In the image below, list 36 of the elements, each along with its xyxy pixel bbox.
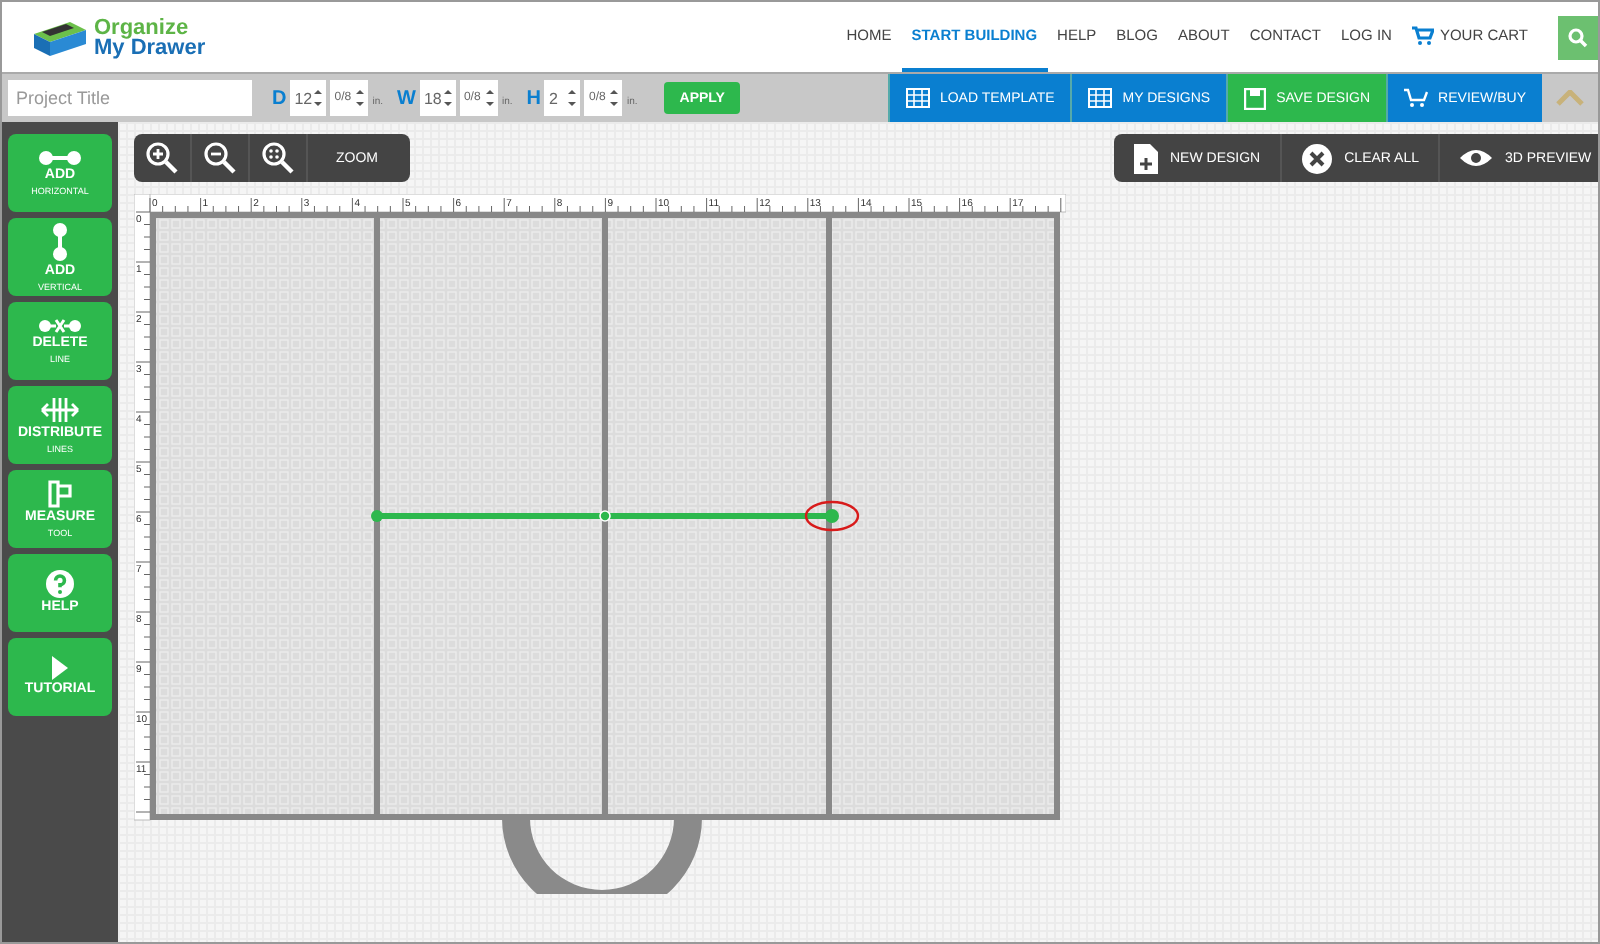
distribute-lines-icon <box>40 396 80 424</box>
grid-icon <box>905 88 930 108</box>
zoom-in-icon <box>146 142 178 174</box>
drawer-icon <box>30 17 90 57</box>
spinner-icon <box>443 88 452 108</box>
eye-icon <box>1460 148 1493 168</box>
zoom-fit-icon <box>262 142 294 174</box>
dimension-label: D <box>272 87 287 109</box>
logo-text: My Drawer <box>94 37 206 57</box>
dimension-label: W <box>397 87 416 109</box>
zoom-out-icon <box>204 142 236 174</box>
dimension-label: H <box>526 87 541 109</box>
cart-icon <box>1404 88 1429 108</box>
highlight-circle <box>804 500 860 532</box>
spinner-icon <box>568 88 577 108</box>
search-icon <box>1568 27 1588 47</box>
project-title-field[interactable]: Project Title <box>8 80 252 116</box>
number-field[interactable]: 18 <box>419 80 456 116</box>
cart-icon <box>1411 25 1434 45</box>
spinner-icon <box>610 88 619 108</box>
number-field[interactable]: 12 <box>290 80 327 116</box>
vertical-line-icon <box>52 222 68 262</box>
measure-tool-icon <box>48 480 72 508</box>
horizontal-line-icon <box>38 150 82 166</box>
delete-line-icon <box>38 318 82 334</box>
spinner-icon <box>485 88 494 108</box>
clear-icon <box>1302 143 1333 173</box>
new-file-icon <box>1134 143 1158 173</box>
spinner-icon <box>356 88 365 108</box>
play-icon <box>52 656 68 680</box>
logo-text: Organize <box>94 17 189 37</box>
chevron-up-icon <box>1556 90 1584 106</box>
number-field[interactable]: 2 <box>544 80 581 116</box>
grid-icon <box>1088 88 1113 108</box>
spinner-icon <box>314 88 323 108</box>
help-icon <box>46 570 74 598</box>
